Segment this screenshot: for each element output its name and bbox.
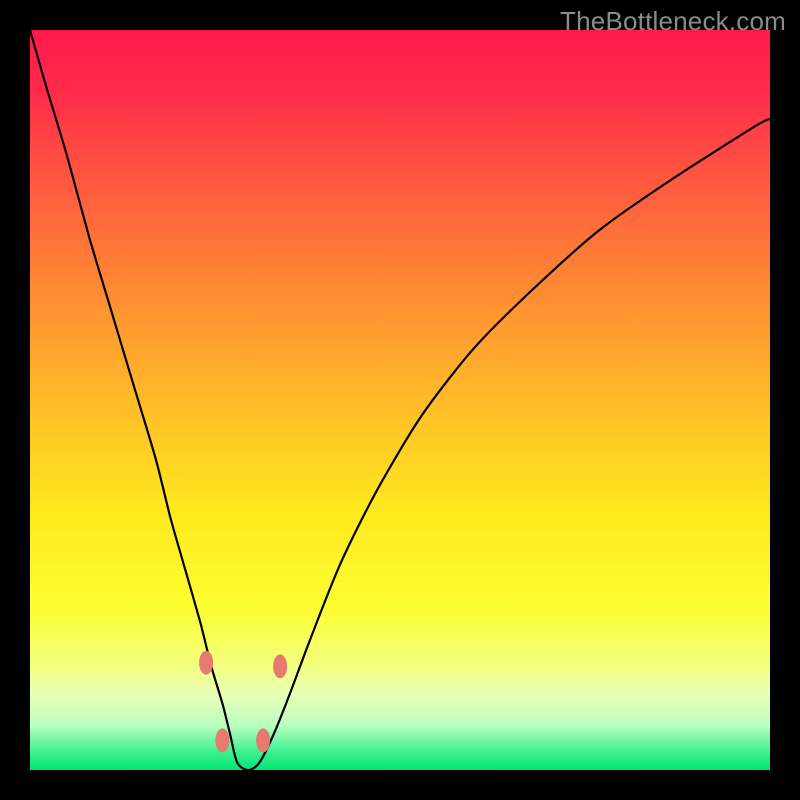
marker-right-lower bbox=[256, 728, 270, 752]
bottleneck-chart bbox=[30, 30, 770, 770]
marker-left-upper bbox=[199, 651, 213, 675]
gradient-background bbox=[30, 30, 770, 770]
marker-right-upper bbox=[273, 654, 287, 678]
chart-frame: TheBottleneck.com bbox=[0, 0, 800, 800]
marker-left-lower bbox=[215, 728, 229, 752]
